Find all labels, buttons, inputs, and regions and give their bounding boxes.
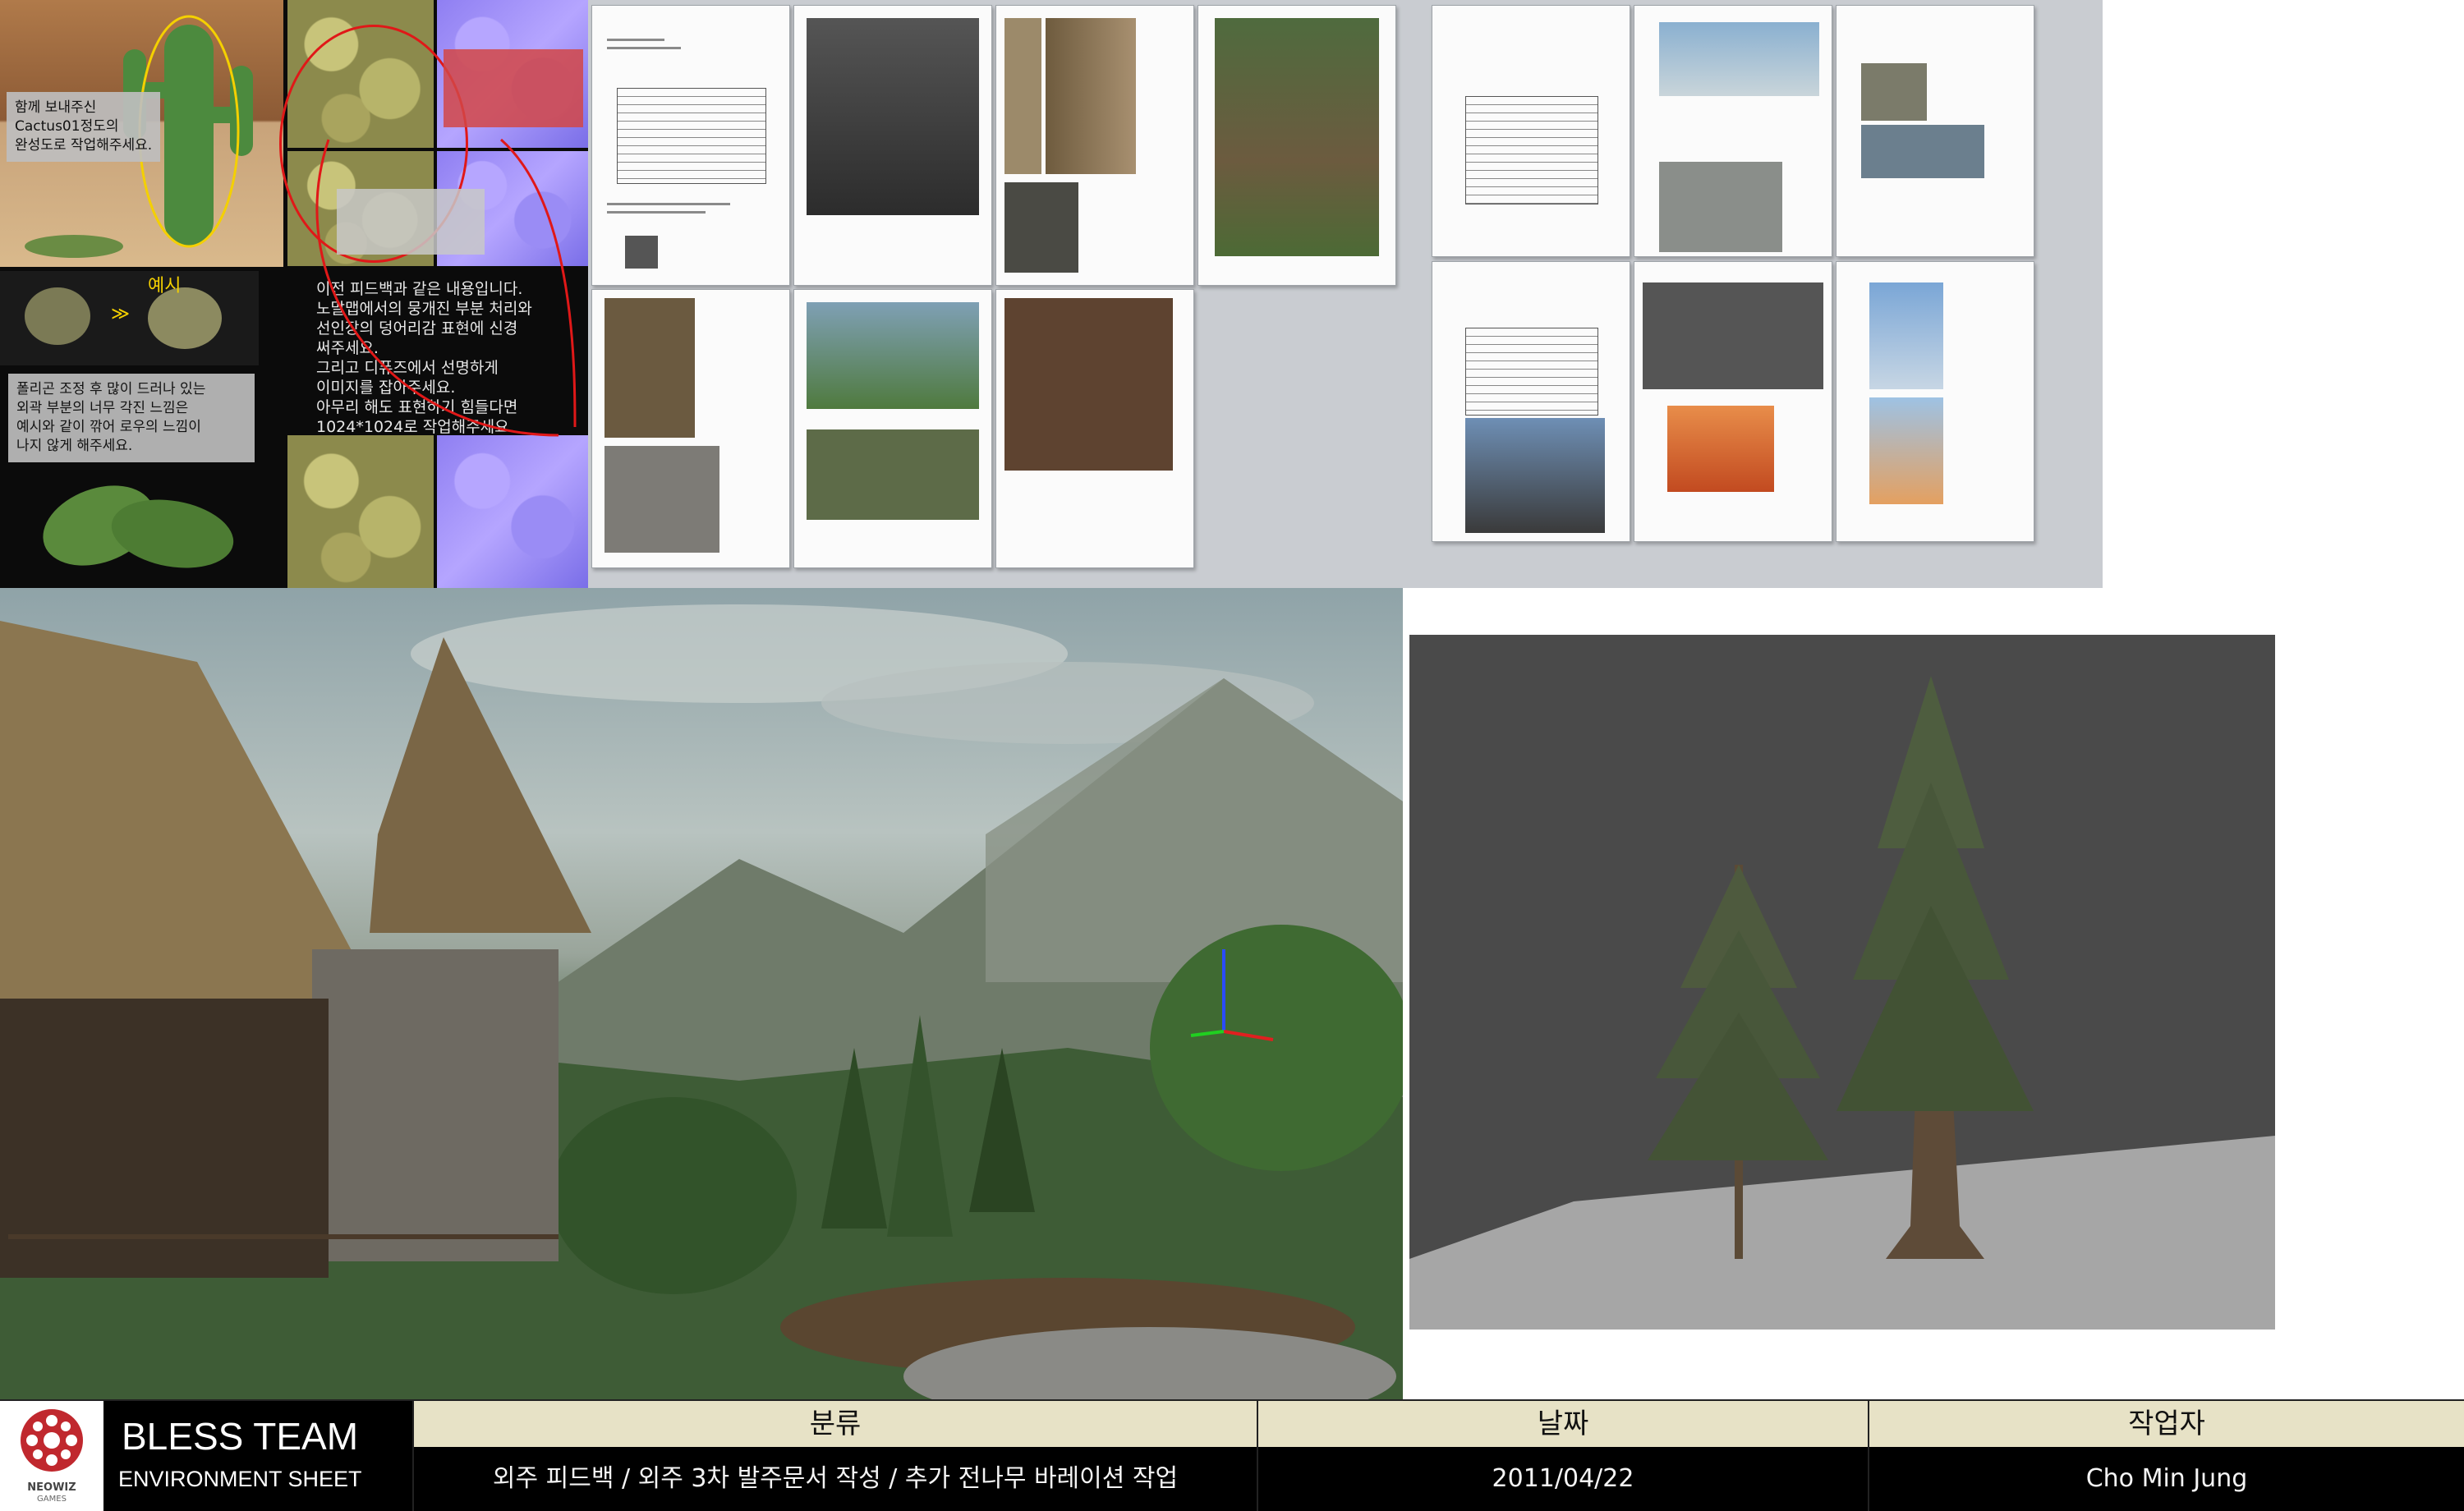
document-page-4 — [1198, 5, 1396, 286]
document-page-5 — [591, 289, 790, 568]
document-page-11 — [1432, 261, 1630, 542]
sheet-footer: NEOWIZ GAMES BLESS TEAM ENVIRONMENT SHEE… — [0, 1399, 2464, 1511]
order-document-sheets — [588, 0, 1403, 588]
cactus-reference-photo: 함께 보내주신 Cactus01정도의 완성도로 작업해주세요. — [0, 0, 283, 267]
environment-render — [0, 604, 1403, 1401]
cactus-pads-model — [43, 485, 234, 568]
example-label: 예시 — [148, 276, 182, 296]
category-value: 외주 피드백 / 외주 3차 발주문서 작성 / 추가 전나무 바레이션 작업 — [412, 1447, 1257, 1511]
document-page-6 — [793, 289, 992, 568]
logo-text: NEOWIZ — [27, 1481, 76, 1494]
date-value: 2011/04/22 — [1257, 1447, 1868, 1511]
red-arrow-annotation — [315, 138, 577, 437]
document-page-3 — [995, 5, 1194, 286]
document-page-12 — [1634, 261, 1832, 542]
document-page-10 — [1836, 5, 2034, 257]
document-page-13 — [1836, 261, 2034, 542]
sheet-title: ENVIRONMENT SHEET — [118, 1467, 362, 1491]
note-polygon-adjustment: 폴리곤 조정 후 많이 드러나 있는 외곽 부분의 너무 각진 느낌은 예시와 … — [8, 374, 255, 462]
neowiz-logo: NEOWIZ GAMES — [0, 1401, 103, 1511]
cactus-feedback-panel: 함께 보내주신 Cactus01정도의 완성도로 작업해주세요. ≫ 예시 폴리… — [0, 0, 588, 588]
red-annotation-box-1 — [444, 49, 583, 127]
game-scene-viewport[interactable] — [0, 588, 1403, 1401]
document-page-7 — [995, 289, 1194, 568]
document-page-9 — [1634, 5, 1832, 257]
neowiz-logo-icon — [21, 1409, 83, 1472]
fir-tree-model-viewport[interactable] — [1409, 635, 2275, 1330]
fir-tree-variations — [1409, 676, 2275, 1330]
worker-value: Cho Min Jung — [1868, 1447, 2464, 1511]
cactus-pad-before — [25, 287, 90, 345]
category-header: 분류 — [412, 1401, 1257, 1447]
document-page-1 — [591, 5, 790, 286]
logo-subtext: GAMES — [37, 1495, 67, 1504]
team-title: BLESS TEAM — [122, 1415, 359, 1458]
worker-header: 작업자 — [1868, 1401, 2464, 1447]
normal-map-texture-3 — [437, 435, 588, 588]
diffuse-texture-3 — [287, 435, 434, 588]
document-page-2 — [793, 5, 992, 286]
document-page-8 — [1432, 5, 1630, 257]
chevron-arrow-icon: ≫ — [111, 304, 131, 324]
date-header: 날짜 — [1257, 1401, 1868, 1447]
example-comparison: ≫ 예시 — [0, 271, 259, 365]
note-reference-quality: 함께 보내주신 Cactus01정도의 완성도로 작업해주세요. — [7, 92, 161, 162]
order-document-sheets-2 — [1403, 0, 2103, 588]
team-title-block: BLESS TEAM ENVIRONMENT SHEET — [103, 1401, 412, 1511]
